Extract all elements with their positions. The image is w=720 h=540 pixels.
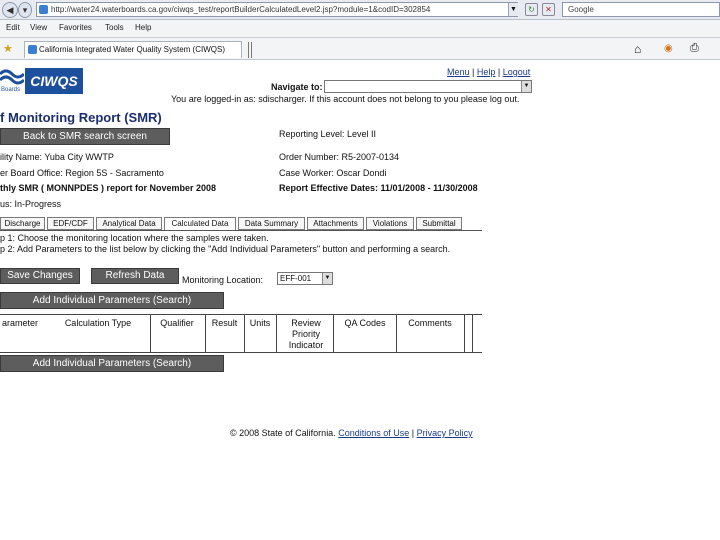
logo-caption: Boards xyxy=(1,87,21,93)
refresh-data-button[interactable]: Refresh Data xyxy=(91,268,179,284)
facility-name: ility Name: Yuba City WWTP xyxy=(0,152,114,162)
column-header-parameter[interactable]: arameter xyxy=(0,318,40,329)
logo-text: CIWQS xyxy=(25,68,83,94)
help-link[interactable]: Help xyxy=(477,67,496,77)
add-parameters-button-top[interactable]: Add Individual Parameters (Search) xyxy=(0,292,224,309)
case-worker: Case Worker: Oscar Dondi xyxy=(279,168,387,178)
column-header-comments[interactable]: Comments xyxy=(398,318,462,329)
column-header-qa-codes[interactable]: QA Codes xyxy=(336,318,394,329)
privacy-link[interactable]: Privacy Policy xyxy=(417,428,473,438)
col-divider xyxy=(464,314,465,353)
column-header-qualifier[interactable]: Qualifier xyxy=(152,318,202,329)
menu-link[interactable]: Menu xyxy=(447,67,470,77)
logged-in-message: You are logged-in as: sdischarger. If th… xyxy=(171,94,520,104)
table-top-border xyxy=(0,314,482,315)
footer: © 2008 State of California. Conditions o… xyxy=(230,428,473,438)
col-divider xyxy=(396,314,397,353)
back-icon[interactable]: ◀ xyxy=(2,2,18,18)
column-header-calculation-type[interactable]: Calculation Type xyxy=(55,318,141,329)
column-header-units[interactable]: Units xyxy=(245,318,275,329)
tab-submittal[interactable]: Submittal xyxy=(416,217,462,230)
monitoring-location-label: Monitoring Location: xyxy=(182,275,264,285)
chevron-down-icon: ▼ xyxy=(521,81,531,92)
col-divider xyxy=(333,314,334,353)
stop-icon[interactable]: ✕ xyxy=(542,3,555,16)
column-header-review-priority[interactable]: Review Priority Indicator xyxy=(281,318,331,351)
col-divider xyxy=(150,314,151,353)
chevron-down-icon: ▼ xyxy=(322,273,332,284)
copyright-text: © 2008 State of California. xyxy=(230,428,336,438)
step-2-text: p 2: Add Parameters to the list below by… xyxy=(0,244,451,254)
menu-tools[interactable]: Tools xyxy=(105,23,124,32)
conditions-link[interactable]: Conditions of Use xyxy=(338,428,409,438)
navigate-select[interactable]: ▼ xyxy=(324,80,532,93)
logout-link[interactable]: Logout xyxy=(503,67,531,77)
refresh-icon[interactable]: ↻ xyxy=(525,3,538,16)
menu-favorites[interactable]: Favorites xyxy=(59,23,92,32)
tab-page-icon xyxy=(28,45,37,54)
tab-calculated-data[interactable]: Calculated Data xyxy=(164,217,236,231)
feeds-icon[interactable]: ◉ xyxy=(664,43,673,54)
effective-dates: Report Effective Dates: 11/01/2008 - 11/… xyxy=(279,183,478,193)
menu-help[interactable]: Help xyxy=(135,23,151,32)
forward-icon[interactable]: ▾ xyxy=(18,2,32,18)
page-icon xyxy=(39,5,48,14)
board-office: er Board Office: Region 5S - Sacramento xyxy=(0,168,164,178)
navigate-label: Navigate to: xyxy=(271,82,323,92)
tab-violations[interactable]: Violations xyxy=(366,217,414,230)
url-dropdown-icon[interactable]: ▼ xyxy=(508,3,518,16)
order-number: Order Number: R5-2007-0134 xyxy=(279,152,400,162)
new-tab-icon[interactable] xyxy=(248,42,252,58)
back-to-search-button[interactable]: Back to SMR search screen xyxy=(0,128,170,145)
col-divider xyxy=(276,314,277,353)
tab-edf-cdf[interactable]: EDF/CDF xyxy=(47,217,94,230)
tab-data-summary[interactable]: Data Summary xyxy=(238,217,305,230)
table-bottom-border xyxy=(0,352,482,353)
monitoring-location-select[interactable]: EFF-001 ▼ xyxy=(277,272,333,285)
tab-analytical-data[interactable]: Analytical Data xyxy=(96,217,162,230)
column-header-result[interactable]: Result xyxy=(206,318,243,329)
menu-edit[interactable]: Edit xyxy=(6,23,20,32)
tabs-divider xyxy=(0,230,482,231)
header-links: Menu | Help | Logout xyxy=(447,67,531,77)
home-icon[interactable]: ⌂ xyxy=(634,42,641,56)
browser-tab[interactable]: California Integrated Water Quality Syst… xyxy=(24,41,242,58)
print-icon[interactable]: ⎙ xyxy=(690,42,699,55)
page-title: f Monitoring Report (SMR) xyxy=(0,110,162,125)
reporting-level: Reporting Level: Level II xyxy=(279,129,377,139)
step-1-text: p 1: Choose the monitoring location wher… xyxy=(0,233,269,243)
url-input[interactable]: http://water24.waterboards.ca.gov/ciwqs_… xyxy=(36,2,518,17)
footer-separator: | xyxy=(411,428,415,438)
save-changes-button[interactable]: Save Changes xyxy=(0,268,80,284)
report-for: thly SMR ( MONNPDES ) report for Novembe… xyxy=(0,183,217,193)
col-divider xyxy=(472,314,473,353)
add-parameters-button-bottom[interactable]: Add Individual Parameters (Search) xyxy=(0,355,224,372)
monitoring-location-value: EFF-001 xyxy=(280,274,312,283)
tab-discharge[interactable]: Discharge xyxy=(0,217,45,230)
search-input[interactable]: Google xyxy=(562,2,720,17)
report-status: us: In-Progress xyxy=(0,199,62,209)
menu-view[interactable]: View xyxy=(30,23,47,32)
tab-attachments[interactable]: Attachments xyxy=(307,217,364,230)
favorites-star-icon[interactable]: ★ xyxy=(3,42,13,55)
